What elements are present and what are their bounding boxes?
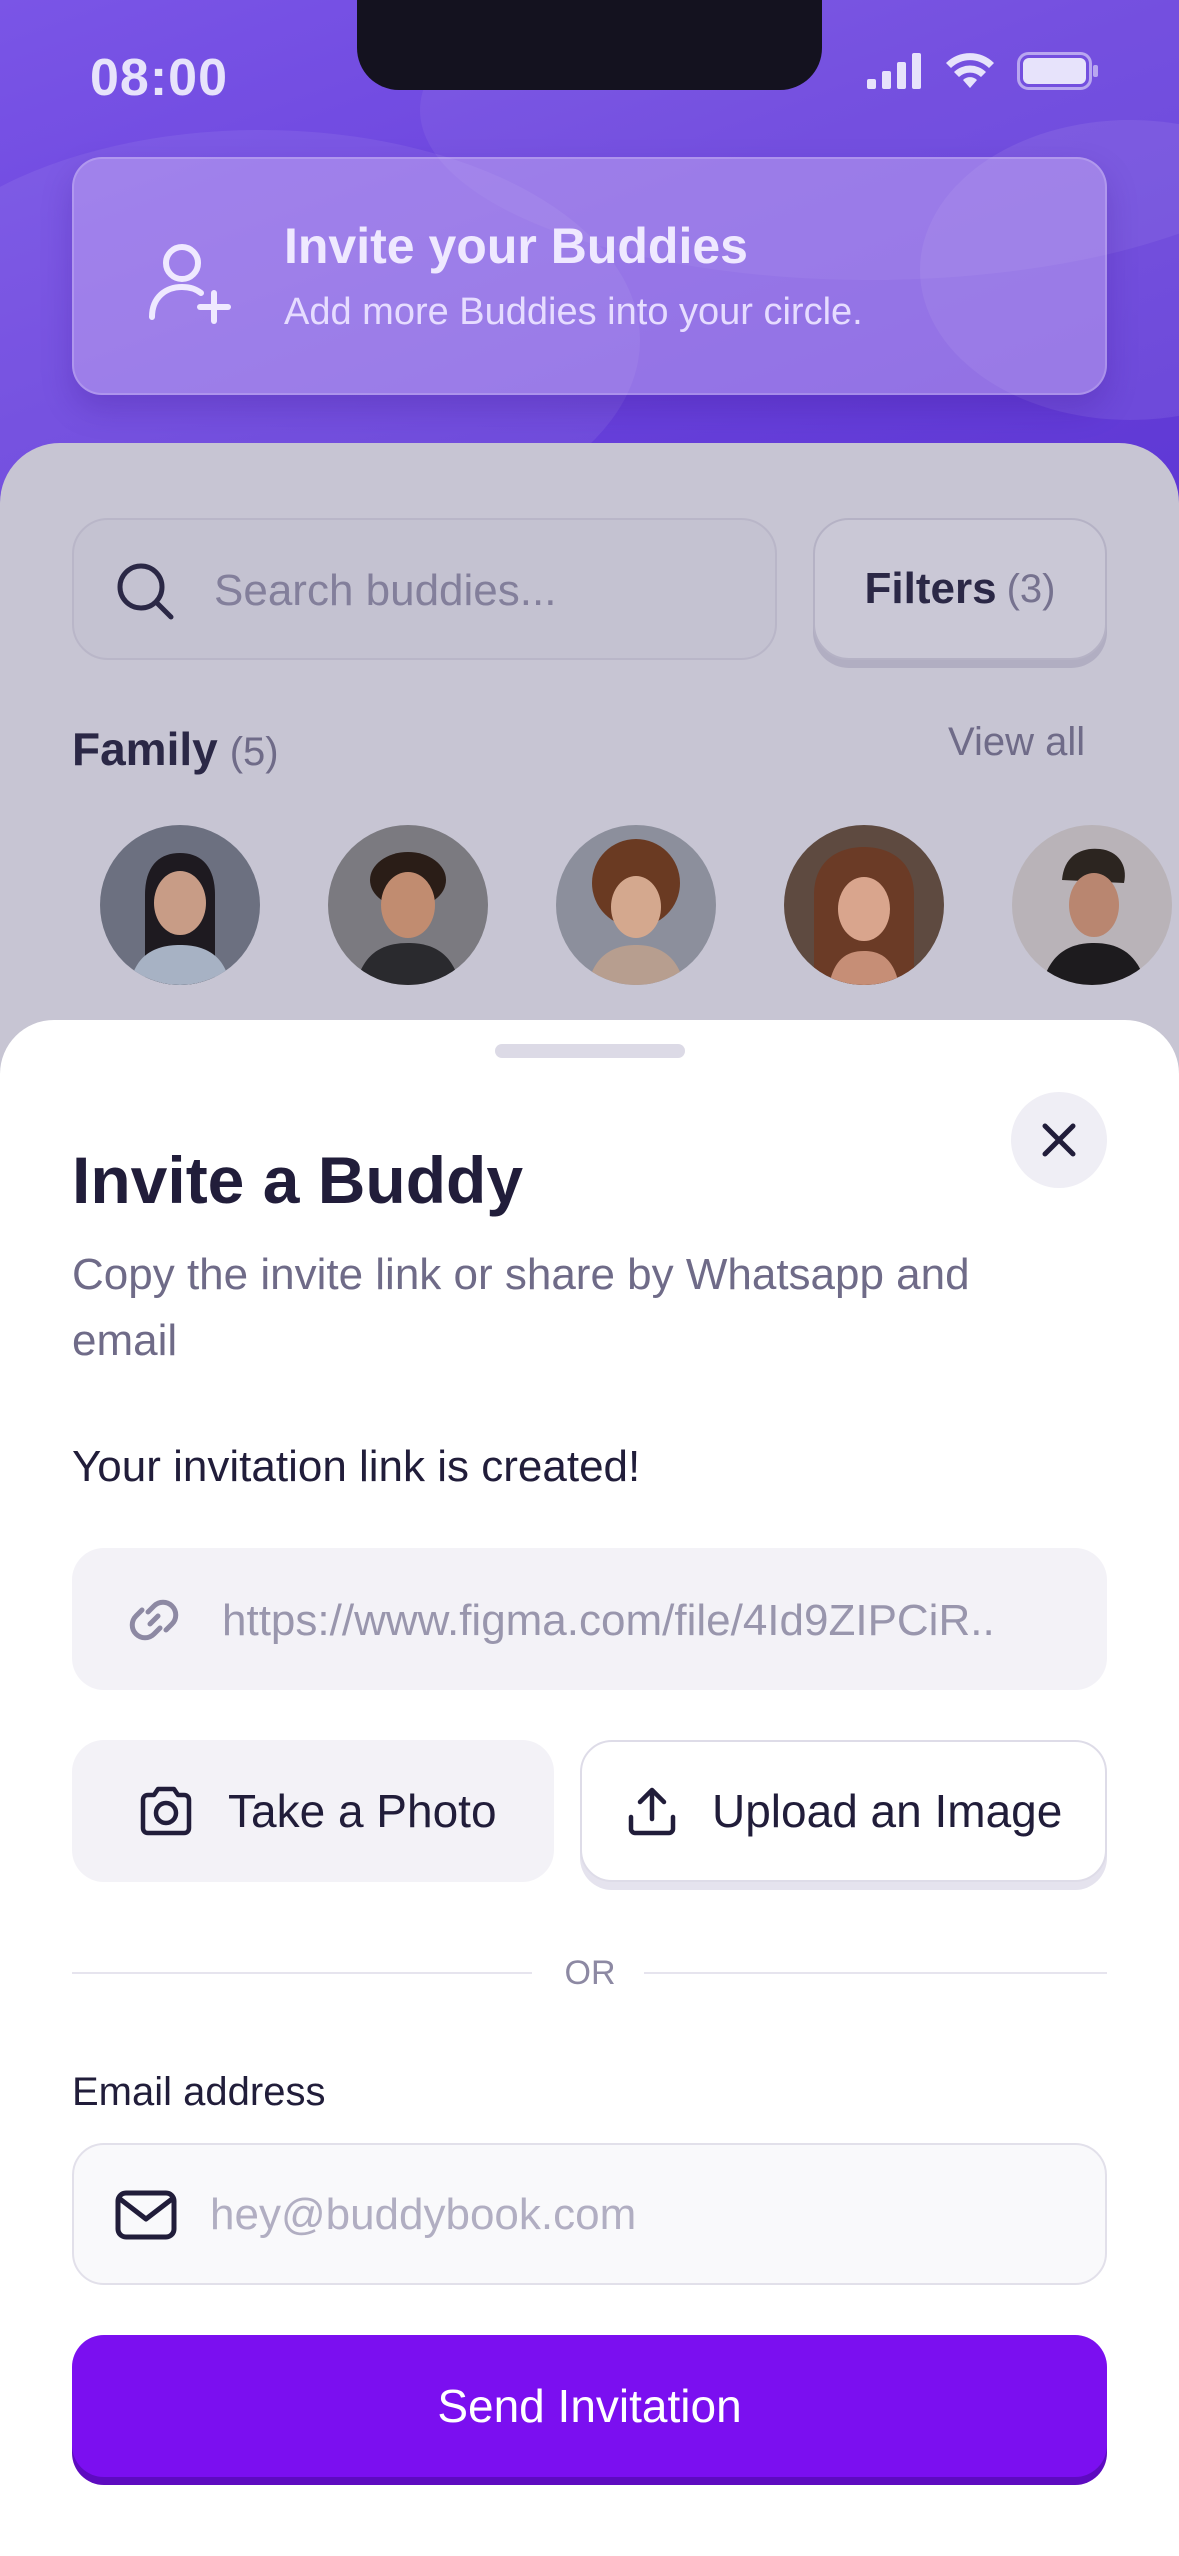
link-created-message: Your invitation link is created!: [72, 1442, 641, 1491]
invite-bottom-sheet: Invite a Buddy Copy the invite link or s…: [0, 1020, 1179, 2556]
status-time: 08:00: [90, 49, 228, 107]
invite-link-field[interactable]: https://www.figma.com/file/4Id9ZIPCiR..: [72, 1548, 1107, 1690]
send-invitation-label: Send Invitation: [437, 2380, 742, 2432]
wifi-icon: [946, 53, 994, 88]
status-bar: 08:00: [0, 0, 1179, 150]
family-count: (5): [229, 730, 279, 774]
invite-link-value: https://www.figma.com/file/4Id9ZIPCiR..: [222, 1596, 995, 1645]
camera-icon: [140, 1786, 192, 1836]
status-icons: [867, 52, 1099, 90]
sheet-subtitle: Copy the invite link or share by Whatsap…: [72, 1250, 970, 1365]
avatar[interactable]: [556, 825, 716, 985]
banner-subtitle: Add more Buddies into your circle.: [284, 291, 863, 333]
filters-label: Filters: [864, 564, 997, 613]
close-button[interactable]: [1011, 1092, 1107, 1188]
mail-icon: [115, 2190, 177, 2240]
avatar[interactable]: [784, 825, 944, 985]
cellular-signal-icon: [867, 53, 921, 89]
sheet-title: Invite a Buddy: [72, 1143, 524, 1217]
divider: [644, 1972, 1107, 1974]
link-icon: [129, 1599, 179, 1641]
upload-image-label: Upload an Image: [712, 1785, 1063, 1837]
view-all-link[interactable]: View all: [948, 720, 1085, 765]
device-notch: [357, 0, 822, 90]
family-label: Family: [72, 723, 218, 775]
banner-title: Invite your Buddies: [284, 218, 748, 274]
family-section-title: Family (5): [72, 722, 279, 776]
battery-icon: [1017, 52, 1098, 90]
divider: [72, 1972, 532, 1974]
send-invitation-button[interactable]: Send Invitation: [72, 2335, 1107, 2477]
avatar[interactable]: [1012, 825, 1172, 985]
take-photo-button[interactable]: Take a Photo: [72, 1740, 554, 1882]
email-input[interactable]: [210, 2175, 1070, 2255]
avatar[interactable]: [328, 825, 488, 985]
email-field[interactable]: [72, 2143, 1107, 2285]
user-plus-icon: [149, 244, 231, 324]
or-separator: OR: [564, 1954, 616, 1992]
close-icon: [1042, 1123, 1076, 1157]
sheet-drag-handle[interactable]: [495, 1044, 685, 1058]
take-photo-label: Take a Photo: [228, 1785, 497, 1837]
email-label: Email address: [72, 2070, 326, 2114]
family-avatar-list: [0, 825, 1179, 985]
filters-count: (3): [1006, 566, 1056, 611]
search-icon: [117, 563, 174, 620]
search-input[interactable]: Search buddies...: [72, 518, 777, 660]
search-placeholder: Search buddies...: [214, 566, 557, 615]
upload-icon: [628, 1787, 676, 1836]
upload-image-button[interactable]: Upload an Image: [580, 1740, 1107, 1882]
filters-button[interactable]: Filters (3): [813, 518, 1107, 660]
avatar[interactable]: [100, 825, 260, 985]
invite-buddies-banner[interactable]: Invite your Buddies Add more Buddies int…: [72, 157, 1107, 395]
